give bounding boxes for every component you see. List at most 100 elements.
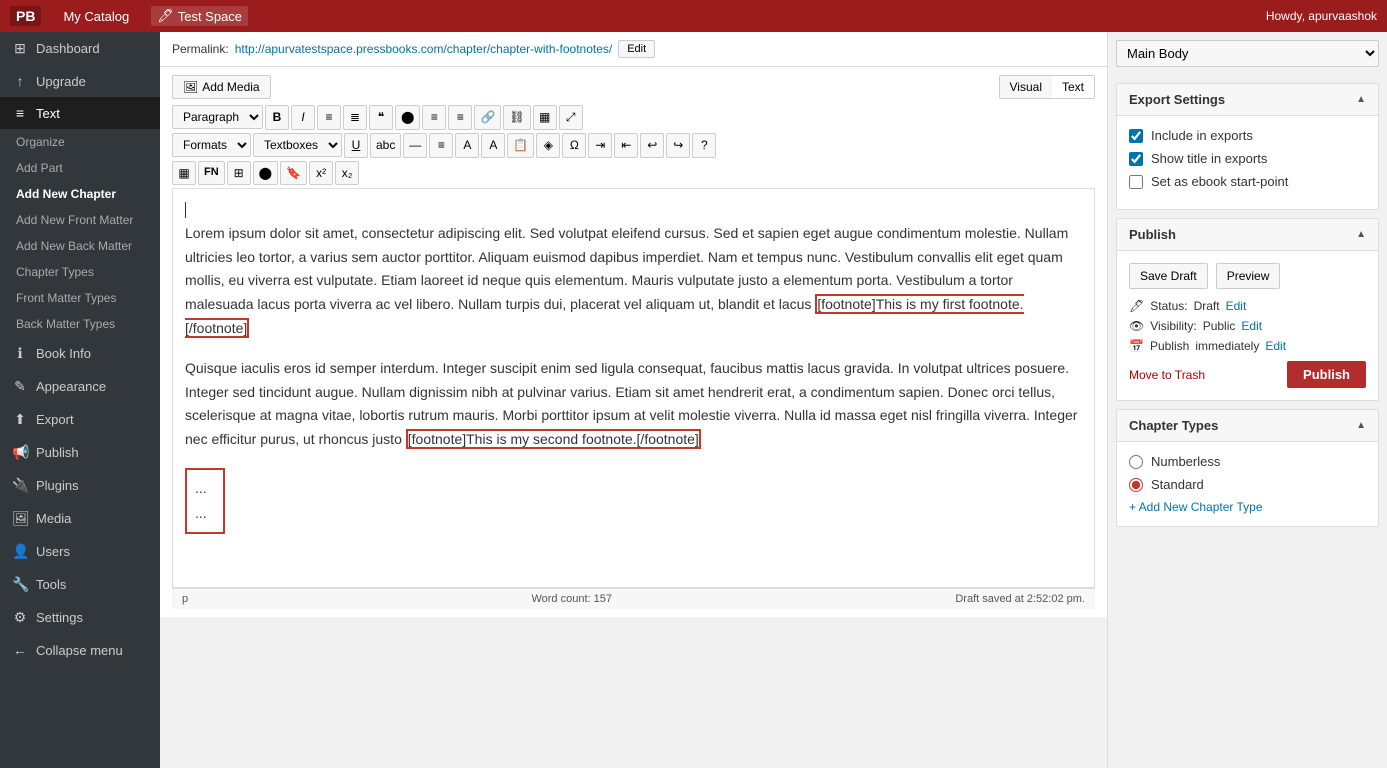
visual-tab[interactable]: Visual bbox=[1000, 76, 1052, 98]
include-in-exports-label: Include in exports bbox=[1151, 128, 1253, 143]
sidebar-item-users[interactable]: 👤 Users bbox=[0, 535, 160, 568]
topbar: PB My Catalog 🖊 Test Space Howdy, apurva… bbox=[0, 0, 1387, 32]
align-center-button[interactable]: ≡ bbox=[422, 105, 446, 130]
ebook-start-label: Set as ebook start-point bbox=[1151, 174, 1288, 189]
sidebar-subitem-add-new-chapter[interactable]: Add New Chapter bbox=[0, 181, 160, 207]
align-right-button[interactable]: ≡ bbox=[448, 105, 472, 130]
move-to-trash-link[interactable]: Move to Trash bbox=[1129, 368, 1205, 382]
include-in-exports-row: Include in exports bbox=[1129, 128, 1366, 143]
formats-select[interactable]: Formats bbox=[172, 133, 251, 157]
sidebar-subitem-front-matter-types[interactable]: Front Matter Types bbox=[0, 285, 160, 311]
chapter-types-collapse-arrow[interactable]: ▲ bbox=[1356, 420, 1366, 431]
sidebar-subitem-add-new-front-matter[interactable]: Add New Front Matter bbox=[0, 207, 160, 233]
circle-button[interactable]: ⬤ bbox=[253, 161, 278, 186]
paragraph-2[interactable]: Quisque iaculis eros id semper interdum.… bbox=[185, 357, 1082, 452]
redo-button[interactable]: ↪ bbox=[666, 133, 690, 158]
footnote-2: [footnote]This is my second footnote.[/f… bbox=[406, 429, 701, 449]
subscript-button[interactable]: x₂ bbox=[335, 161, 359, 186]
sidebar-subitem-add-part[interactable]: Add Part bbox=[0, 155, 160, 181]
tools-icon: 🔧 bbox=[12, 576, 28, 593]
text-color-button[interactable]: A bbox=[455, 133, 479, 158]
sidebar-item-publish[interactable]: 📢 Publish bbox=[0, 436, 160, 469]
paste-button[interactable]: 📋 bbox=[507, 133, 534, 158]
outdent-button[interactable]: ⇤ bbox=[614, 133, 638, 158]
bold-button[interactable]: B bbox=[265, 105, 289, 130]
sidebar-item-dashboard[interactable]: ⊞ Dashboard bbox=[0, 32, 160, 65]
publish-collapse-arrow[interactable]: ▲ bbox=[1356, 229, 1366, 240]
standard-radio[interactable] bbox=[1129, 478, 1143, 492]
sidebar-item-tools[interactable]: 🔧 Tools bbox=[0, 568, 160, 601]
text-tab[interactable]: Text bbox=[1052, 76, 1094, 98]
users-icon: 👤 bbox=[12, 543, 28, 560]
add-new-chapter-type-link[interactable]: + Add New Chapter Type bbox=[1129, 500, 1366, 514]
my-catalog-tab[interactable]: My Catalog bbox=[57, 7, 135, 26]
sidebar-item-plugins[interactable]: 🔌 Plugins bbox=[0, 469, 160, 502]
align-left-button[interactable]: ⬤ bbox=[395, 105, 420, 130]
permalink-edit-button[interactable]: Edit bbox=[618, 40, 655, 58]
unordered-list-button[interactable]: ≡ bbox=[317, 105, 341, 130]
sidebar-item-export[interactable]: ⬆ Export bbox=[0, 403, 160, 436]
help-button[interactable]: ? bbox=[692, 133, 716, 158]
superscript-button[interactable]: x² bbox=[309, 161, 333, 186]
strikethrough-button[interactable]: abc bbox=[370, 133, 401, 158]
sidebar-item-book-info[interactable]: ℹ Book Info bbox=[0, 337, 160, 370]
highlight-button[interactable]: A bbox=[481, 133, 505, 158]
unlink-button[interactable]: ⛓ bbox=[503, 105, 530, 130]
textboxes-select[interactable]: Textboxes bbox=[253, 133, 342, 157]
main-content: Permalink: http://apurvatestspace.pressb… bbox=[160, 32, 1107, 768]
sidebar-subitem-back-matter-types[interactable]: Back Matter Types bbox=[0, 311, 160, 337]
sidebar-item-appearance[interactable]: ✎ Appearance bbox=[0, 370, 160, 403]
undo-button[interactable]: ↩ bbox=[640, 133, 664, 158]
sidebar-item-collapse[interactable]: ← Collapse menu bbox=[0, 634, 160, 666]
sidebar-subitem-add-new-back-matter[interactable]: Add New Back Matter bbox=[0, 233, 160, 259]
tab-icon: 🖊 bbox=[157, 8, 174, 24]
export-settings-collapse-arrow[interactable]: ▲ bbox=[1356, 94, 1366, 105]
special-chars-button[interactable]: Ω bbox=[562, 133, 586, 158]
paragraph-1[interactable]: Lorem ipsum dolor sit amet, consectetur … bbox=[185, 222, 1082, 341]
numberless-radio[interactable] bbox=[1129, 455, 1143, 469]
fullscreen-button[interactable]: ⤢ bbox=[559, 105, 583, 130]
sidebar-subitem-chapter-types[interactable]: Chapter Types bbox=[0, 259, 160, 285]
book-info-icon: ℹ bbox=[12, 345, 28, 362]
sidebar-subitem-organize[interactable]: Organize bbox=[0, 129, 160, 155]
hr-button[interactable]: — bbox=[403, 133, 427, 158]
save-draft-button[interactable]: Save Draft bbox=[1129, 263, 1208, 289]
paragraph-select[interactable]: Paragraph bbox=[172, 105, 263, 129]
grid-button[interactable]: ⊞ bbox=[227, 161, 251, 186]
include-in-exports-checkbox[interactable] bbox=[1129, 129, 1143, 143]
permalink-url[interactable]: http://apurvatestspace.pressbooks.com/ch… bbox=[235, 42, 613, 56]
italic-button[interactable]: I bbox=[291, 105, 315, 130]
table-button[interactable]: ▦ bbox=[533, 105, 557, 130]
sidebar-item-text[interactable]: ≡ Text bbox=[0, 97, 160, 129]
visibility-edit-link[interactable]: Edit bbox=[1241, 319, 1262, 333]
editor-body[interactable]: Lorem ipsum dolor sit amet, consectetur … bbox=[172, 188, 1095, 588]
visibility-row: 👁 Visibility: Public Edit bbox=[1129, 319, 1366, 333]
link-button[interactable]: 🔗 bbox=[474, 105, 501, 130]
indent-button[interactable]: ⇥ bbox=[588, 133, 612, 158]
publish-button[interactable]: Publish bbox=[1287, 361, 1366, 388]
fn-button[interactable]: FN bbox=[198, 161, 225, 184]
status-edit-link[interactable]: Edit bbox=[1226, 299, 1247, 313]
publish-time-edit-link[interactable]: Edit bbox=[1265, 339, 1286, 353]
justify-button[interactable]: ≡ bbox=[429, 133, 453, 158]
blockquote-button[interactable]: ❝ bbox=[369, 105, 393, 130]
ebook-start-checkbox[interactable] bbox=[1129, 175, 1143, 189]
sidebar-item-media[interactable]: 🖼 Media bbox=[0, 502, 160, 535]
show-title-checkbox[interactable] bbox=[1129, 152, 1143, 166]
bookmark-button[interactable]: 🔖 bbox=[280, 161, 307, 186]
ordered-list-button[interactable]: ≣ bbox=[343, 105, 367, 130]
sidebar-item-settings[interactable]: ⚙ Settings bbox=[0, 601, 160, 634]
underline-button[interactable]: U bbox=[344, 133, 368, 158]
table2-button[interactable]: ▦ bbox=[172, 161, 196, 186]
preview-button[interactable]: Preview bbox=[1216, 263, 1281, 289]
add-media-button[interactable]: 🖼 Add Media bbox=[172, 75, 271, 99]
export-settings-section: Export Settings ▲ Include in exports Sho… bbox=[1116, 83, 1379, 210]
test-space-tab[interactable]: 🖊 Test Space bbox=[151, 6, 248, 26]
dots-block[interactable]: ... ... bbox=[185, 468, 225, 534]
main-body-dropdown[interactable]: Main Body bbox=[1116, 40, 1379, 67]
show-title-label: Show title in exports bbox=[1151, 151, 1267, 166]
sidebar-item-upgrade[interactable]: ↑ Upgrade bbox=[0, 65, 160, 97]
erase-button[interactable]: ◈ bbox=[536, 133, 560, 158]
draft-saved: Draft saved at 2:52:02 pm. bbox=[955, 593, 1085, 605]
word-count: Word count: 157 bbox=[531, 593, 612, 605]
